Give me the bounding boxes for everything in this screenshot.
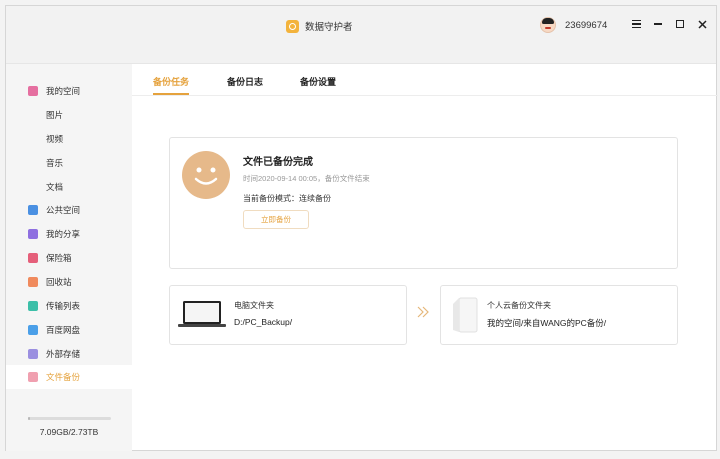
app-title: 数据守护者	[286, 18, 353, 34]
sidebar-item-transfer-list[interactable]: 传输列表	[6, 295, 132, 317]
sidebar-item-external-storage[interactable]: 外部存储	[6, 343, 132, 365]
sidebar-item-my-shares[interactable]: 我的分享	[6, 223, 132, 245]
sidebar-item-file-backup[interactable]: 文件备份	[6, 365, 132, 389]
sidebar-item-label: 传输列表	[46, 301, 81, 311]
recycle-bin-icon	[28, 277, 38, 287]
tab-backup-settings[interactable]: 备份设置	[300, 75, 336, 93]
sidebar-item-safe[interactable]: 保险箱	[6, 247, 132, 269]
app-title-text: 数据守护者	[305, 22, 353, 33]
sidebar-item-documents[interactable]: 文档	[6, 176, 132, 198]
user-area[interactable]: 23699674	[540, 17, 607, 33]
storage-progress-fill	[28, 417, 30, 420]
sidebar: 我的空间 图片 视频 音乐 文档 公共空间 我的分享 保险箱 回收站 传输列表 …	[6, 64, 132, 451]
safe-icon	[28, 253, 38, 263]
sidebar-item-label: 视频	[46, 134, 64, 144]
tab-bar: 备份任务 备份日志 备份设置	[132, 64, 718, 96]
target-folder-label: 个人云备份文件夹	[487, 301, 551, 310]
storage-progress-bar	[28, 417, 111, 420]
nas-device-icon	[453, 297, 478, 333]
file-backup-icon	[28, 372, 38, 382]
external-storage-icon	[28, 349, 38, 359]
sidebar-item-label: 我的空间	[46, 86, 81, 96]
double-chevron-right-icon	[417, 306, 429, 318]
sidebar-item-pictures[interactable]: 图片	[6, 104, 132, 126]
sidebar-item-label: 外部存储	[46, 349, 81, 359]
maximize-icon[interactable]	[674, 18, 686, 30]
app-logo-icon	[286, 19, 299, 33]
space-icon	[28, 86, 38, 96]
sidebar-item-my-space[interactable]: 我的空间	[6, 80, 132, 102]
minimize-icon[interactable]	[652, 18, 664, 30]
sidebar-item-videos[interactable]: 视频	[6, 128, 132, 150]
backup-mode: 当前备份模式：连续备份	[243, 194, 331, 203]
target-folder-card[interactable]: 个人云备份文件夹 我的空间/来自WANG的PC备份/	[440, 285, 678, 345]
sidebar-item-public-space[interactable]: 公共空间	[6, 199, 132, 221]
backup-status-card: 文件已备份完成 时间2020-09-14 00:05，备份文件结束 当前备份模式…	[169, 137, 678, 269]
share-icon	[28, 229, 38, 239]
app-window: 数据守护者 23699674 我的空间 图片 视频 音乐 文档 公共空间 我的分…	[5, 5, 718, 451]
tab-backup-log[interactable]: 备份日志	[227, 75, 263, 93]
storage-usage: 7.09GB/2.73TB	[39, 427, 99, 437]
status-time: 时间2020-09-14 00:05，备份文件结束	[243, 174, 370, 183]
sidebar-item-label: 图片	[46, 110, 64, 120]
menu-icon[interactable]	[630, 18, 642, 30]
public-space-icon	[28, 205, 38, 215]
sidebar-item-recycle-bin[interactable]: 回收站	[6, 271, 132, 293]
smiley-icon	[182, 151, 230, 199]
sidebar-item-baidu-netdisk[interactable]: 百度网盘	[6, 319, 132, 341]
sidebar-item-label: 保险箱	[46, 253, 72, 263]
close-icon[interactable]	[696, 18, 708, 30]
source-folder-card[interactable]: 电脑文件夹 D:/PC_Backup/	[169, 285, 407, 345]
target-folder-path: 我的空间/来自WANG的PC备份/	[487, 318, 607, 328]
sidebar-item-label: 文件备份	[46, 372, 81, 382]
laptop-icon	[178, 301, 226, 327]
sidebar-item-label: 我的分享	[46, 229, 81, 239]
tab-backup-tasks[interactable]: 备份任务	[153, 75, 190, 95]
sidebar-item-label: 音乐	[46, 158, 64, 168]
sidebar-item-music[interactable]: 音乐	[6, 152, 132, 174]
transfer-icon	[28, 301, 38, 311]
source-folder-label: 电脑文件夹	[234, 301, 274, 310]
status-title: 文件已备份完成	[243, 157, 313, 168]
sidebar-item-label: 文档	[46, 182, 64, 192]
baidu-netdisk-icon	[28, 325, 38, 335]
sidebar-item-label: 公共空间	[46, 205, 81, 215]
source-folder-path: D:/PC_Backup/	[234, 317, 293, 327]
sidebar-item-label: 百度网盘	[46, 325, 81, 335]
backup-now-button[interactable]: 立即备份	[243, 210, 309, 229]
user-id: 23699674	[565, 19, 608, 31]
avatar[interactable]	[540, 17, 556, 33]
sidebar-item-label: 回收站	[46, 277, 72, 287]
title-bar: 数据守护者 23699674	[6, 6, 716, 64]
window-controls	[630, 18, 708, 30]
